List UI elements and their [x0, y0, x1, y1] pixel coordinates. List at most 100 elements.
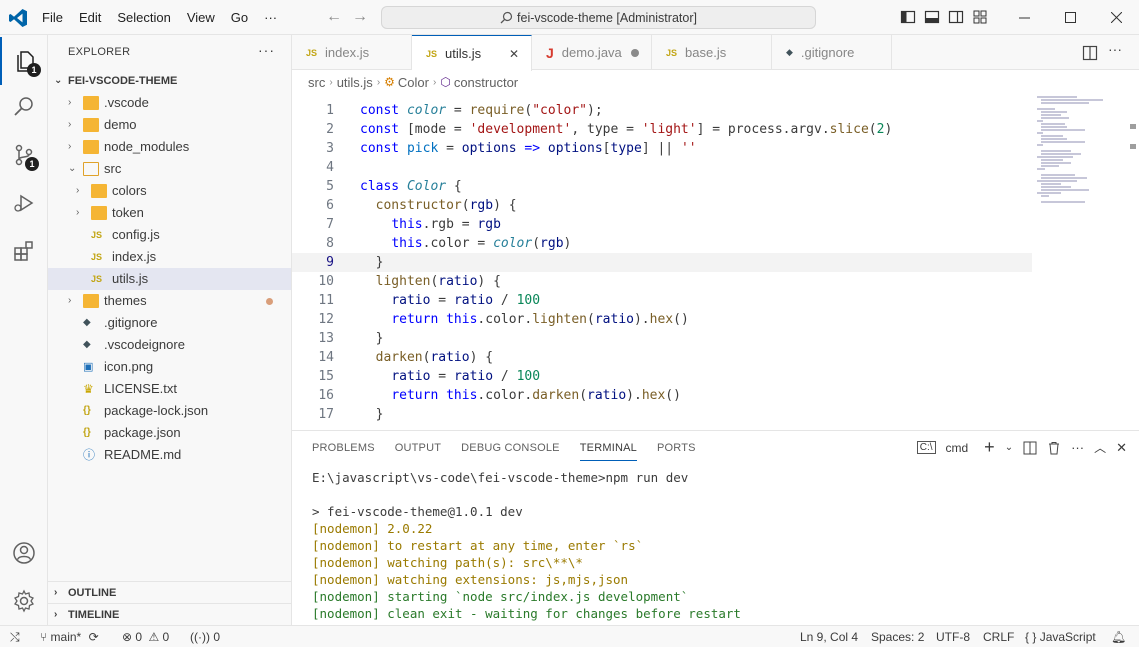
tree-item[interactable]: ♛ LICENSE.txt	[48, 378, 291, 400]
minimap[interactable]	[1037, 96, 1117, 216]
tree-item[interactable]: {} package-lock.json	[48, 400, 291, 422]
editor-tab[interactable]: JS utils.js ✕	[412, 35, 532, 71]
editor-tab[interactable]: JS index.js	[292, 35, 412, 70]
tree-item[interactable]: › demo	[48, 114, 291, 136]
remote-indicator-icon[interactable]: ⤭	[10, 626, 20, 647]
code-line[interactable]: 4	[292, 158, 1032, 177]
tree-item[interactable]: ⌄ src	[48, 158, 291, 180]
tree-item[interactable]: › node_modules	[48, 136, 291, 158]
branch-indicator[interactable]: ⑂ main* ⟳	[40, 626, 99, 647]
tree-item[interactable]: {} package.json	[48, 422, 291, 444]
tree-item[interactable]: › colors	[48, 180, 291, 202]
editor-tab[interactable]: JS base.js	[652, 35, 772, 70]
timeline-section[interactable]: › TIMELINE	[48, 603, 291, 625]
terminal-shell-label[interactable]: cmd	[946, 441, 969, 455]
new-terminal-icon[interactable]: +	[984, 437, 995, 458]
menu-edit[interactable]: Edit	[71, 0, 109, 35]
tree-item[interactable]: › token	[48, 202, 291, 224]
language-mode[interactable]: { } JavaScript	[1025, 626, 1096, 647]
breadcrumb-file[interactable]: utils.js	[337, 75, 373, 90]
menu-file[interactable]: File	[34, 0, 71, 35]
activity-search[interactable]	[0, 83, 48, 131]
activity-source-control[interactable]: 1	[0, 131, 48, 179]
outline-section[interactable]: › OUTLINE	[48, 581, 291, 603]
panel-tab-problems[interactable]: PROBLEMS	[312, 431, 375, 463]
menu-more[interactable]: ···	[256, 0, 285, 35]
code-line[interactable]: 7 this.rgb = rgb	[292, 215, 1032, 234]
customize-layout-icon[interactable]	[972, 9, 988, 25]
unsaved-dot-icon[interactable]	[631, 49, 639, 57]
menu-selection[interactable]: Selection	[109, 0, 178, 35]
tree-item[interactable]: › .vscode	[48, 92, 291, 114]
breadcrumb-method[interactable]: constructor	[454, 75, 518, 90]
maximize-button[interactable]	[1047, 0, 1093, 35]
minimize-button[interactable]	[1001, 0, 1047, 35]
explorer-more-actions[interactable]: ···	[258, 42, 275, 58]
end-of-line[interactable]: CRLF	[983, 626, 1014, 647]
notifications-bell-icon[interactable]: 🔔︎	[1111, 626, 1126, 647]
code-line[interactable]: 2 const [mode = 'development', type = 'li…	[292, 120, 1032, 139]
indentation[interactable]: Spaces: 2	[871, 626, 924, 647]
terminal-output[interactable]: E:\javascript\vs-code\fei-vscode-theme>n…	[312, 469, 741, 622]
tree-item[interactable]: ◆ .gitignore	[48, 312, 291, 334]
menu-go[interactable]: Go	[223, 0, 256, 35]
close-window-button[interactable]	[1093, 0, 1139, 35]
menu-view[interactable]: View	[179, 0, 223, 35]
panel-tab-terminal[interactable]: TERMINAL	[579, 431, 637, 461]
trash-icon[interactable]	[1047, 441, 1061, 455]
code-line[interactable]: 9 }	[292, 253, 1032, 272]
back-arrow-icon[interactable]: ←	[326, 9, 342, 25]
code-line[interactable]: 11 ratio = ratio / 100	[292, 291, 1032, 310]
tree-item[interactable]: ◆ .vscodeignore	[48, 334, 291, 356]
toggle-secondary-sidebar-icon[interactable]	[948, 9, 964, 25]
chevron-down-icon[interactable]: ⌄	[1005, 442, 1013, 453]
workspace-root-header[interactable]: ⌄ FEI-VSCODE-THEME	[48, 70, 291, 92]
code-line[interactable]: 10 lighten(ratio) {	[292, 272, 1032, 291]
code-line[interactable]: 16 return this.color.darken(ratio).hex()	[292, 386, 1032, 405]
panel-tab-debug-console[interactable]: DEBUG CONSOLE	[461, 431, 560, 463]
toggle-panel-icon[interactable]	[924, 9, 940, 25]
activity-accounts[interactable]	[0, 529, 48, 577]
breadcrumb-class[interactable]: Color	[398, 75, 429, 90]
problems-indicator[interactable]: ⊗ 0 ⚠ 0	[122, 626, 169, 647]
activity-run-debug[interactable]	[0, 179, 48, 227]
editor-more-actions-icon[interactable]: ···	[1108, 41, 1122, 57]
code-line[interactable]: 3 const pick = options => options[type] |…	[292, 139, 1032, 158]
editor-tab[interactable]: Jdemo.java	[532, 35, 652, 70]
code-line[interactable]: 17 }	[292, 405, 1032, 424]
tree-item[interactable]: › themes	[48, 290, 291, 312]
code-line[interactable]: 8 this.color = color(rgb)	[292, 234, 1032, 253]
code-line[interactable]: 13 }	[292, 329, 1032, 348]
code-line[interactable]: 12 return this.color.lighten(ratio).hex(…	[292, 310, 1032, 329]
maximize-panel-icon[interactable]: ︿	[1094, 439, 1106, 456]
activity-explorer[interactable]: 1	[0, 37, 48, 85]
encoding[interactable]: UTF-8	[936, 626, 970, 647]
split-terminal-icon[interactable]	[1023, 441, 1037, 455]
tree-item[interactable]: ▣ icon.png	[48, 356, 291, 378]
close-panel-icon[interactable]: ✕	[1116, 440, 1127, 456]
code-line[interactable]: 6 constructor(rgb) {	[292, 196, 1032, 215]
tree-item[interactable]: JS config.js	[48, 224, 291, 246]
command-center[interactable]: fei-vscode-theme [Administrator]	[381, 6, 816, 29]
breadcrumb-src[interactable]: src	[308, 75, 325, 90]
toggle-sidebar-icon[interactable]	[900, 9, 916, 25]
activity-extensions[interactable]	[0, 227, 48, 275]
tree-item[interactable]: ⓘ README.md	[48, 444, 291, 466]
panel-tab-ports[interactable]: PORTS	[657, 431, 696, 463]
split-editor-icon[interactable]	[1082, 45, 1098, 61]
code-line[interactable]: 14 darken(ratio) {	[292, 348, 1032, 367]
tree-item[interactable]: JS utils.js	[48, 268, 291, 290]
close-tab-icon[interactable]: ✕	[509, 47, 519, 61]
ports-indicator[interactable]: ((·)) 0	[190, 626, 220, 647]
code-editor[interactable]: 1 const color = require("color"); 2 const […	[292, 96, 1139, 430]
panel-tab-output[interactable]: OUTPUT	[395, 431, 441, 463]
editor-tab[interactable]: ◆ .gitignore	[772, 35, 892, 70]
cursor-position[interactable]: Ln 9, Col 4	[800, 626, 858, 647]
code-line[interactable]: 5 class Color {	[292, 177, 1032, 196]
code-line[interactable]: 1 const color = require("color");	[292, 101, 1032, 120]
code-line[interactable]: 15 ratio = ratio / 100	[292, 367, 1032, 386]
forward-arrow-icon[interactable]: →	[352, 9, 368, 25]
more-actions-icon[interactable]: ···	[1071, 440, 1084, 455]
activity-manage[interactable]	[0, 577, 48, 625]
tree-item[interactable]: JS index.js	[48, 246, 291, 268]
